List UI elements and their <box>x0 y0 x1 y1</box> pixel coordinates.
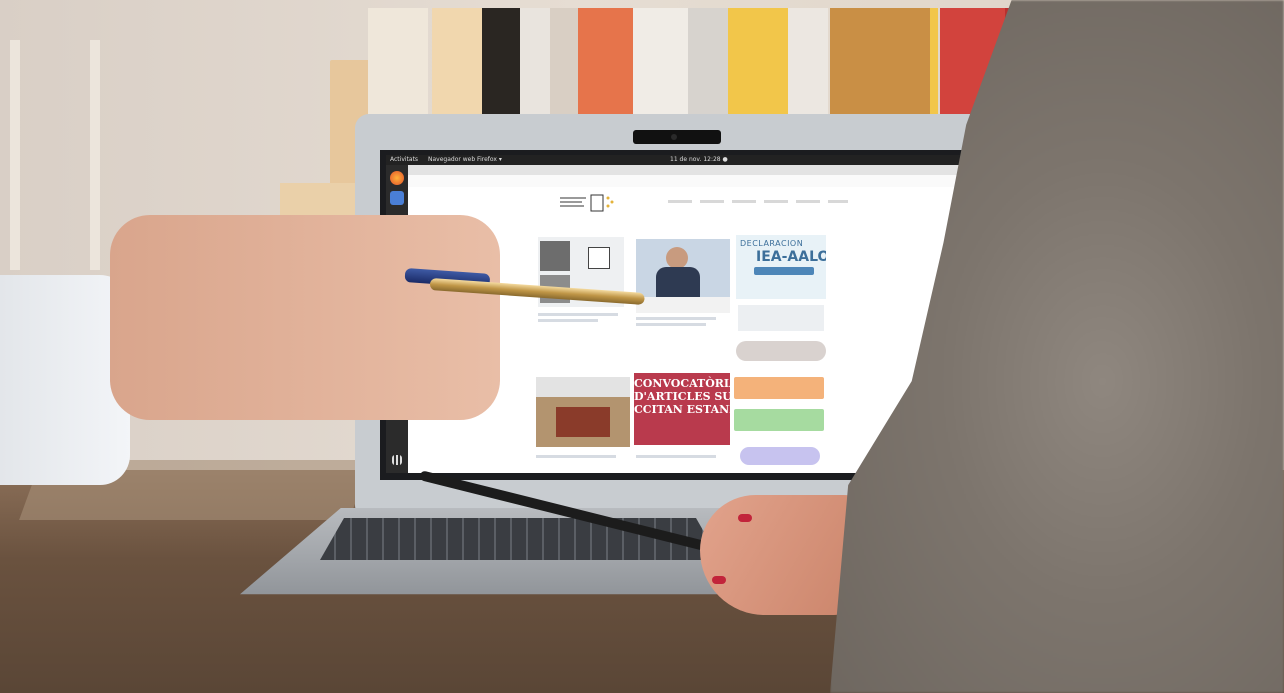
link-button[interactable] <box>740 447 820 465</box>
news-title[interactable] <box>636 317 716 320</box>
webcam <box>633 130 721 144</box>
firefox-icon[interactable] <box>390 171 404 185</box>
activities-label[interactable]: Activitats <box>390 156 418 163</box>
app-name-label[interactable]: Navegador web Firefox ▾ <box>428 156 502 163</box>
nail <box>738 514 752 522</box>
site-logo[interactable] <box>558 193 618 213</box>
news-title[interactable] <box>636 455 716 458</box>
poster-line: CCITAN ESTANDAR <box>634 403 730 416</box>
link-button[interactable] <box>734 377 824 399</box>
declaration-title: IEA-AALO <box>756 249 826 265</box>
declaration-date-band <box>754 267 814 275</box>
desktop-topbar: Activitats Navegador web Firefox ▾ 11 de… <box>386 155 960 165</box>
files-icon[interactable] <box>390 191 404 205</box>
pointing-hand <box>110 215 500 420</box>
call-for-papers-poster[interactable]: CONVOCATÒRIA D'ARTICLES SUS EI CCITAN ES… <box>634 373 730 445</box>
declaration-banner[interactable]: DECLARACION IEA-AALO <box>736 235 826 299</box>
poster-line: CONVOCATÒRIA <box>634 377 730 390</box>
news-title[interactable] <box>538 319 598 322</box>
app-grid-icon[interactable] <box>392 455 402 465</box>
clock-label[interactable]: 11 de nov. 12:28 ● <box>670 156 728 163</box>
declaration-title-small: DECLARACION <box>740 239 804 248</box>
poster-line: D'ARTICLES SUS EI <box>634 390 730 403</box>
site-nav[interactable] <box>668 200 848 203</box>
news-image[interactable] <box>536 377 630 447</box>
link-button[interactable] <box>734 409 824 431</box>
photo-scene: Activitats Navegador web Firefox ▾ 11 de… <box>0 0 1284 693</box>
document-thumbnails[interactable] <box>738 305 824 331</box>
link-button[interactable] <box>736 341 826 361</box>
nail <box>712 576 726 584</box>
news-title[interactable] <box>538 313 618 316</box>
news-title[interactable] <box>636 323 706 326</box>
news-title[interactable] <box>536 455 616 458</box>
browser-tab-bar <box>408 165 960 175</box>
news-image[interactable] <box>636 239 730 313</box>
shelf-frame <box>10 40 100 270</box>
